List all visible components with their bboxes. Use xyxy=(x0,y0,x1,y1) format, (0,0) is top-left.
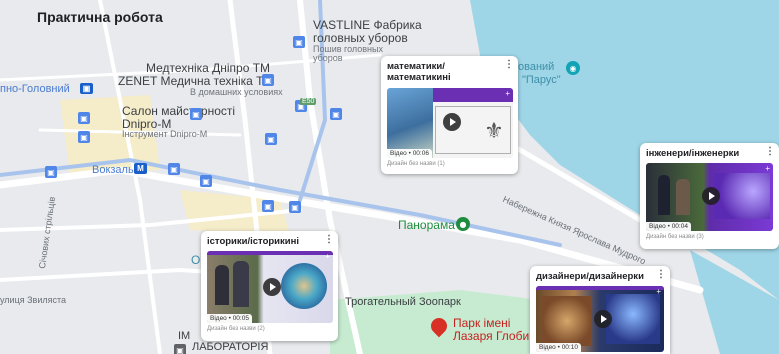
video-thumbnail[interactable]: + Відео • 00:05 xyxy=(207,251,333,324)
card-title: інженери/інженерки xyxy=(646,148,740,159)
label-zoo[interactable]: Трогательный Зоопарк xyxy=(345,296,461,309)
video-card-engineers[interactable]: ⋮ інженери/інженерки + Відео • 00:04 Диз… xyxy=(640,143,779,249)
label-salon-sub: Інструмент Dnipro-M xyxy=(122,129,208,139)
video-thumbnail[interactable]: + Відео • 00:10 xyxy=(536,286,664,353)
plus-icon: + xyxy=(505,88,510,98)
label-park-2: Лазаря Глоби xyxy=(453,329,530,343)
video-card-designers[interactable]: ⋮ дизайнери/дизайнерки + Відео • 00:10 xyxy=(530,266,670,354)
label-vastline-4: уборов xyxy=(313,53,343,63)
train-icon[interactable]: ▣ xyxy=(80,83,93,94)
plus-icon: + xyxy=(656,287,661,297)
label-zenet[interactable]: ZENET Медична техніка Т... xyxy=(118,75,272,88)
page-title: Практична робота xyxy=(37,9,163,25)
video-thumbnail[interactable]: + Відео • 00:04 xyxy=(646,163,773,232)
shop-icon[interactable]: ▣ xyxy=(293,36,305,48)
bus-icon[interactable]: ▣ xyxy=(78,131,90,143)
play-icon[interactable] xyxy=(443,112,461,131)
label-lab[interactable]: ЛАБОРАТОРІЯ xyxy=(192,341,268,354)
shop-icon[interactable]: ▣ xyxy=(190,108,202,120)
video-thumbnail[interactable]: ⚜ + Відео • 00:06 xyxy=(387,87,513,158)
card-title: математики/ математикині xyxy=(387,61,451,84)
card-caption: Дизайн без назви (3) xyxy=(646,234,704,241)
shop-icon[interactable]: ▣ xyxy=(262,74,274,86)
video-duration: Відео • 00:10 xyxy=(536,343,581,353)
bus-icon[interactable]: ▣ xyxy=(289,201,301,213)
label-salon[interactable]: Салон майстерності xyxy=(122,105,235,118)
camera-icon[interactable]: ◉ xyxy=(566,61,580,75)
label-im: ІМ xyxy=(178,330,191,342)
bus-icon[interactable]: ▣ xyxy=(45,166,57,178)
more-menu-icon[interactable]: ⋮ xyxy=(504,59,514,70)
bus-icon[interactable]: ▣ xyxy=(78,112,90,124)
more-menu-icon[interactable]: ⋮ xyxy=(765,146,775,157)
bus-icon[interactable]: ▣ xyxy=(168,163,180,175)
more-menu-icon[interactable]: ⋮ xyxy=(656,269,666,280)
card-title: дизайнери/дизайнерки xyxy=(536,271,644,282)
card-title: історики/історикині xyxy=(207,236,299,247)
label-park[interactable]: Парк імені xyxy=(453,317,510,330)
label-station[interactable]: пно-Головний xyxy=(0,83,70,96)
label-zenet-sub: В домашних условиях xyxy=(190,87,283,97)
card-caption: Дизайн без назви (2) xyxy=(207,326,265,333)
metro-icon[interactable]: M xyxy=(134,163,147,174)
play-icon[interactable] xyxy=(263,278,281,297)
label-medtech[interactable]: Медтехніка Дніпро ТМ xyxy=(146,62,270,75)
bus-icon[interactable]: ▣ xyxy=(262,200,274,212)
video-duration: Відео • 00:04 xyxy=(646,222,691,232)
bus-icon[interactable]: ▣ xyxy=(265,133,277,145)
video-card-historians[interactable]: ⋮ історики/історикині + Відео • 00:05 Ди… xyxy=(201,231,338,341)
label-vastline[interactable]: VASTLINE Фабрика xyxy=(313,19,422,32)
bus-icon[interactable]: ▣ xyxy=(200,175,212,187)
video-card-math[interactable]: ⋮ математики/ математикині ⚜ + Відео • 0… xyxy=(381,56,518,174)
road-badge: E50 xyxy=(300,98,317,106)
bus-icon[interactable]: ▣ xyxy=(330,108,342,120)
label-panorama[interactable]: Панорама xyxy=(398,219,455,232)
label-parus[interactable]: ований xyxy=(518,61,554,74)
card-caption: Дизайн без назви (1) xyxy=(387,160,445,167)
label-vastline-2: головных уборов xyxy=(313,31,408,45)
video-duration: Відео • 00:05 xyxy=(207,314,252,324)
label-parus-2: "Парус" xyxy=(522,74,561,86)
plus-icon: + xyxy=(325,252,330,262)
video-duration: Відео • 00:06 xyxy=(387,148,432,158)
label-street-ziv: улиця Звиляста xyxy=(0,295,67,305)
plus-icon: + xyxy=(765,164,770,174)
park-pin-icon[interactable]: ● xyxy=(456,217,470,231)
building-icon[interactable]: ▣ xyxy=(174,344,186,354)
more-menu-icon[interactable]: ⋮ xyxy=(324,234,334,245)
